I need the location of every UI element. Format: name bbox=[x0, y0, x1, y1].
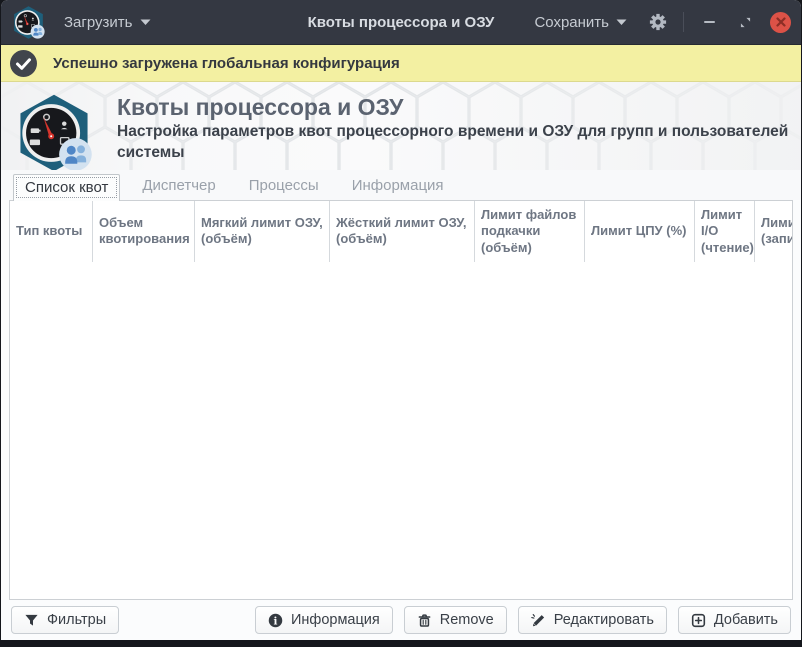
filters-button[interactable]: Фильтры bbox=[11, 606, 120, 634]
add-button[interactable]: Добавить bbox=[677, 606, 791, 634]
edit-pencil-icon bbox=[530, 613, 544, 626]
settings-button[interactable] bbox=[647, 11, 669, 33]
column-header-io-read-limit[interactable]: Лимит I/O (чтение) bbox=[695, 201, 755, 262]
caret-down-icon bbox=[140, 19, 150, 25]
plus-square-icon bbox=[691, 613, 706, 627]
minimize-icon bbox=[703, 21, 715, 23]
filters-label: Фильтры bbox=[47, 612, 107, 628]
edit-button[interactable]: Редактировать bbox=[517, 606, 667, 634]
save-menu-label: Сохранить bbox=[534, 13, 609, 31]
restore-button[interactable] bbox=[734, 11, 756, 33]
remove-button[interactable]: Remove bbox=[403, 606, 507, 634]
add-label: Добавить bbox=[713, 612, 778, 628]
status-banner: Успешно загружена глобальная конфигураци… bbox=[1, 45, 801, 82]
load-menu-label: Загрузить bbox=[64, 13, 133, 31]
column-header-hard-ram-limit[interactable]: Жёсткий лимит ОЗУ, (объём) bbox=[330, 201, 475, 262]
trash-icon bbox=[418, 613, 431, 627]
column-header-soft-ram-limit[interactable]: Мягкий лимит ОЗУ, (объём) bbox=[195, 201, 330, 262]
close-button[interactable] bbox=[770, 11, 791, 33]
headerbar-separator bbox=[683, 12, 684, 32]
status-banner-message: Успешно загружена глобальная конфигураци… bbox=[53, 54, 400, 72]
info-icon: i bbox=[268, 613, 283, 627]
filter-icon bbox=[25, 614, 38, 626]
column-header-quota-volume[interactable]: Объем квотирования bbox=[93, 201, 195, 262]
gear-icon bbox=[649, 13, 667, 31]
tab-bar: Список квот Диспетчер Процессы Информаци… bbox=[1, 170, 801, 201]
column-header-io-write-limit[interactable]: Лимит I/O (запись) bbox=[755, 201, 792, 262]
remove-label: Remove bbox=[439, 612, 494, 628]
column-header-quota-type[interactable]: Тип квоты bbox=[10, 201, 93, 262]
column-header-cpu-limit[interactable]: Лимит ЦПУ (%) bbox=[585, 201, 695, 262]
action-bar: Фильтры i Информация Remove Редактироват… bbox=[1, 600, 801, 640]
save-menu-button[interactable]: Сохранить bbox=[528, 9, 633, 36]
tab-processes[interactable]: Процессы bbox=[238, 173, 330, 200]
page-title: Квоты процессора и ОЗУ bbox=[117, 94, 404, 120]
app-icon bbox=[13, 5, 45, 39]
close-x-icon bbox=[775, 17, 786, 27]
tab-quota-list[interactable]: Список квот bbox=[13, 174, 121, 201]
caret-down-icon bbox=[616, 19, 627, 25]
edit-label: Редактировать bbox=[553, 612, 654, 628]
svg-text:i: i bbox=[273, 615, 277, 627]
quota-table: Тип квоты Объем квотирования Мягкий лими… bbox=[9, 200, 793, 600]
restore-icon bbox=[740, 17, 750, 27]
tab-information[interactable]: Информация bbox=[341, 173, 455, 200]
check-circle-icon bbox=[10, 49, 37, 77]
minimize-button[interactable] bbox=[698, 11, 720, 33]
table-header-row: Тип квоты Объем квотирования Мягкий лими… bbox=[10, 201, 792, 262]
load-menu-button[interactable]: Загрузить bbox=[58, 9, 157, 36]
headerbar: Загрузить Квоты процессора и ОЗУ Сохрани… bbox=[1, 0, 801, 45]
hero-header: Квоты процессора и ОЗУ Настройка парамет… bbox=[1, 82, 801, 170]
information-button[interactable]: i Информация bbox=[254, 606, 393, 634]
column-header-swap-limit[interactable]: Лимит файлов подкачки (объём) bbox=[475, 201, 585, 262]
page-subtitle: Настройка параметров квот процессорного … bbox=[117, 123, 789, 162]
tab-dispatcher[interactable]: Диспетчер bbox=[131, 173, 226, 200]
information-label: Информация bbox=[290, 612, 380, 628]
app-window: Загрузить Квоты процессора и ОЗУ Сохрани… bbox=[0, 0, 802, 647]
app-hero-icon bbox=[19, 94, 93, 170]
table-body[interactable] bbox=[10, 261, 792, 599]
